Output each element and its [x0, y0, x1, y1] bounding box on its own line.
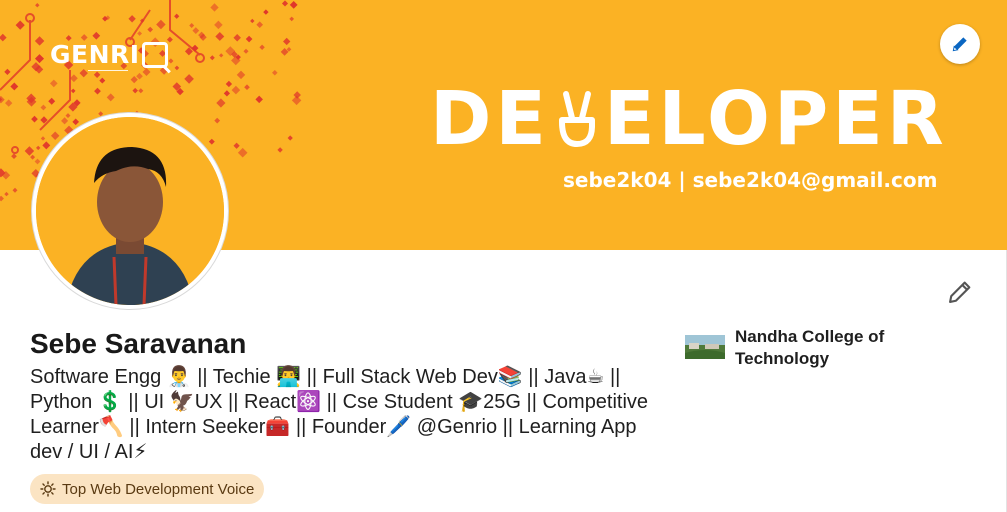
profile-card: GENRI DE ELOPER sebe2k04 | sebe2k04@gmai… [0, 0, 1007, 512]
college-logo [685, 335, 725, 359]
peace-hand-icon [558, 91, 595, 147]
avatar [36, 117, 224, 305]
pencil-icon [952, 37, 967, 52]
banner-contact: sebe2k04 | sebe2k04@gmail.com [563, 168, 938, 192]
genrio-logo: GENRI [50, 40, 168, 69]
profile-name: Sebe Saravanan [30, 328, 247, 359]
banner-headline-right: ELOPER [603, 76, 948, 162]
top-voice-badge[interactable]: Top Web Development Voice [30, 474, 265, 504]
education-item[interactable]: Nandha College of Technology [685, 326, 905, 370]
banner-headline-left: DE [430, 76, 550, 162]
badge-label: Top Web Development Voice [62, 480, 255, 498]
lightbulb-icon [40, 481, 56, 497]
edit-banner-button[interactable] [940, 24, 980, 64]
edit-profile-button[interactable] [940, 272, 980, 312]
profile-photo[interactable] [31, 112, 229, 310]
college-name: Nandha College of Technology [735, 327, 885, 368]
genrio-logo-underline [88, 70, 128, 76]
pencil-icon [949, 281, 971, 303]
profile-headline: Software Engg 👨‍⚕️ || Techie 👨‍💻 || Full… [30, 366, 649, 463]
banner-headline: DE ELOPER [430, 82, 948, 156]
